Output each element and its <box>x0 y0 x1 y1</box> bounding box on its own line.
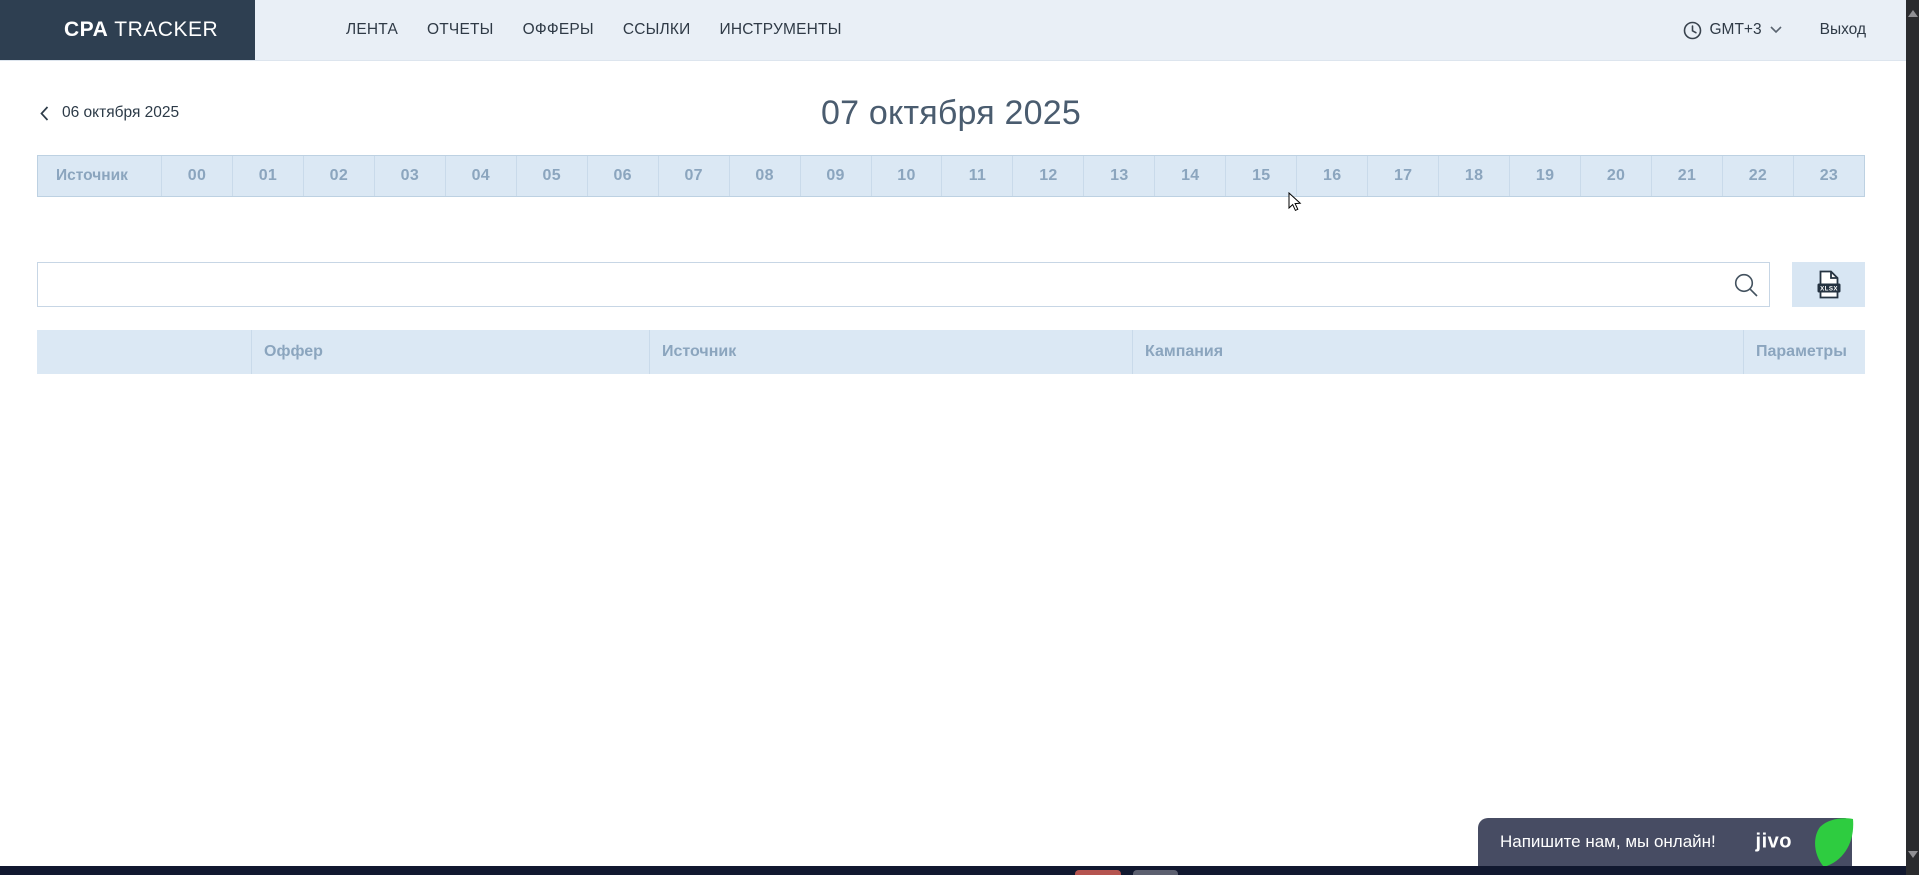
hour-column-header: 18 <box>1438 156 1509 196</box>
jivo-leaf-icon <box>1812 818 1854 868</box>
triangle-up-icon <box>1908 10 1918 17</box>
jivo-chat-widget[interactable]: Напишите нам, мы онлайн! jivo <box>1478 818 1852 866</box>
timezone-label: GMT+3 <box>1710 21 1762 39</box>
page-title: 07 октября 2025 <box>37 87 1865 139</box>
triangle-down-icon <box>1908 851 1918 858</box>
hour-column-header: 02 <box>303 156 374 196</box>
hour-column-header: 00 <box>161 156 232 196</box>
previous-day-link[interactable]: 06 октября 2025 <box>40 104 179 122</box>
chat-message: Напишите нам, мы онлайн! <box>1500 832 1716 852</box>
hour-column-header: 09 <box>800 156 871 196</box>
hour-column-header: 05 <box>516 156 587 196</box>
hour-column-header: 04 <box>445 156 516 196</box>
results-table-header: ОфферИсточникКампанияПараметры <box>37 330 1865 374</box>
nav-item[interactable]: ИНСТРУМЕНТЫ <box>719 21 841 39</box>
previous-day-label: 06 октября 2025 <box>62 104 179 122</box>
column-header: Параметры <box>1743 330 1865 374</box>
scroll-up-arrow[interactable] <box>1906 2 1919 24</box>
header-right-group: GMT+3 Выход <box>1683 0 1919 60</box>
top-navigation-bar: CPA TRACKER ЛЕНТА ОТЧЕТЫ ОФФЕРЫ ССЫЛКИ ИНСТР… <box>0 0 1919 61</box>
search-field-wrapper <box>37 262 1770 307</box>
nav-item[interactable]: ЛЕНТА <box>346 21 398 39</box>
nav-item[interactable]: ОФФЕРЫ <box>523 21 594 39</box>
bottom-page-strip <box>0 866 1919 875</box>
svg-text:XLSX: XLSX <box>1820 285 1838 292</box>
column-header: Кампания <box>1132 330 1743 374</box>
column-header: Источник <box>649 330 1132 374</box>
logo-primary-text: CPA <box>64 18 108 42</box>
jivo-logo: jivo <box>1756 831 1792 854</box>
hour-column-header: 22 <box>1722 156 1793 196</box>
logo-secondary-text: TRACKER <box>114 18 218 42</box>
hour-column-header: 20 <box>1580 156 1651 196</box>
main-nav: ЛЕНТА ОТЧЕТЫ ОФФЕРЫ ССЫЛКИ ИНСТРУМЕНТЫ <box>346 0 842 60</box>
export-xlsx-button[interactable]: XLSX <box>1792 262 1865 307</box>
hours-header-row: Источник 0001020304050607080910111213141… <box>37 155 1865 197</box>
nav-item[interactable]: ОТЧЕТЫ <box>427 21 494 39</box>
chevron-left-icon <box>40 106 49 121</box>
hour-column-header: 13 <box>1083 156 1154 196</box>
logout-button[interactable]: Выход <box>1820 21 1866 39</box>
timezone-dropdown[interactable]: GMT+3 <box>1683 21 1782 40</box>
bottom-bar-red-button[interactable] <box>1075 870 1121 875</box>
hour-column-header: 01 <box>232 156 303 196</box>
date-navigation: 06 октября 2025 07 октября 2025 <box>37 87 1865 139</box>
nav-item[interactable]: ССЫЛКИ <box>623 21 691 39</box>
bottom-bar-grey-button[interactable] <box>1133 870 1178 875</box>
hour-column-header: 11 <box>941 156 1012 196</box>
column-header <box>37 330 251 374</box>
clock-icon <box>1683 21 1702 40</box>
source-column-header: Источник <box>38 156 161 196</box>
search-icon <box>1732 271 1760 299</box>
hour-column-header: 23 <box>1793 156 1864 196</box>
hour-column-header: 14 <box>1154 156 1225 196</box>
search-input[interactable] <box>37 262 1770 307</box>
hour-column-header: 12 <box>1012 156 1083 196</box>
hour-column-header: 16 <box>1296 156 1367 196</box>
hour-column-header: 15 <box>1225 156 1296 196</box>
hour-column-header: 19 <box>1509 156 1580 196</box>
xlsx-file-icon: XLSX <box>1817 270 1841 299</box>
hour-column-header: 17 <box>1367 156 1438 196</box>
vertical-scrollbar[interactable] <box>1906 0 1919 875</box>
hour-column-header: 03 <box>374 156 445 196</box>
hour-column-header: 07 <box>658 156 729 196</box>
hour-column-header: 10 <box>871 156 942 196</box>
scroll-down-arrow[interactable] <box>1906 843 1919 865</box>
hour-column-header: 21 <box>1651 156 1722 196</box>
page-content: 06 октября 2025 07 октября 2025 Источник… <box>37 87 1865 374</box>
hour-column-header: 08 <box>729 156 800 196</box>
toolbar: XLSX <box>37 262 1865 307</box>
app-logo[interactable]: CPA TRACKER <box>0 0 255 60</box>
column-header: Оффер <box>251 330 649 374</box>
hour-column-header: 06 <box>587 156 658 196</box>
chevron-down-icon <box>1770 26 1782 34</box>
